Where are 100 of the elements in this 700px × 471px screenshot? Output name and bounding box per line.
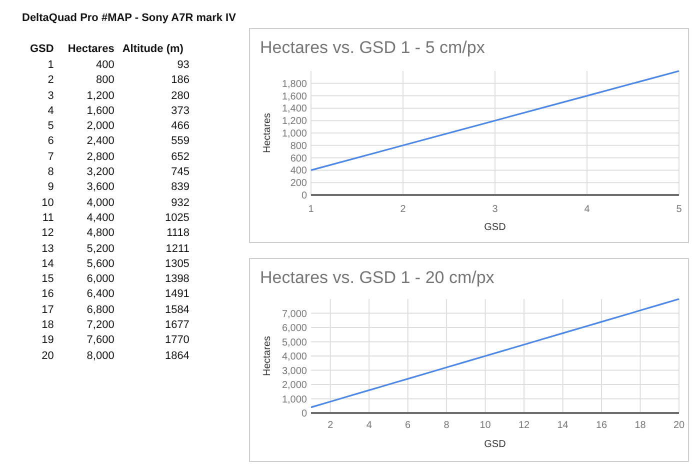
table-cell-text: 1491 bbox=[164, 287, 190, 302]
table-cell-text: 652 bbox=[170, 150, 190, 165]
table-cell-text: 1 bbox=[46, 58, 55, 73]
table-cell-text: 1864 bbox=[164, 348, 190, 364]
table-cell-text: 5 bbox=[46, 119, 55, 134]
x-tick-label: 10 bbox=[480, 420, 491, 431]
table-cell-text: 2,400 bbox=[86, 134, 116, 150]
table-cell-text: 373 bbox=[170, 104, 190, 119]
table-cell-text: 1211 bbox=[164, 242, 190, 257]
table-cell-text: 1305 bbox=[164, 256, 190, 272]
table-cell-text: 9 bbox=[46, 180, 55, 196]
table-cell-text: 12 bbox=[40, 226, 55, 242]
y-tick-label: 200 bbox=[290, 178, 307, 190]
table-cell-text: 4,400 bbox=[86, 210, 116, 226]
y-tick-label: 6,000 bbox=[282, 323, 307, 334]
table-cell-text: 10 bbox=[40, 196, 55, 211]
table-cell-text: 8 bbox=[46, 165, 55, 180]
table-cell-text: 1118 bbox=[166, 226, 190, 242]
y-tick-label: 800 bbox=[290, 140, 307, 152]
table-cell-text: 1584 bbox=[164, 302, 190, 318]
table-cell-text: 6,800 bbox=[86, 302, 116, 318]
y-tick-label: 7,000 bbox=[282, 308, 307, 320]
table-cell-text: 13 bbox=[40, 242, 55, 257]
axis-title: GSD bbox=[484, 439, 506, 450]
table-cell-text: 19 bbox=[40, 333, 55, 348]
y-tick-label: 1,000 bbox=[282, 128, 307, 140]
x-tick-label: 8 bbox=[444, 420, 450, 431]
y-tick-label: 0 bbox=[301, 408, 307, 420]
table-cell-text: 1770 bbox=[164, 333, 190, 348]
table-cell-text: 4,800 bbox=[86, 226, 116, 242]
y-tick-label: 1,200 bbox=[282, 116, 307, 128]
table-cell-text: 280 bbox=[170, 88, 190, 104]
table-cell-text: 800 bbox=[94, 73, 116, 88]
table-cell-text: 466 bbox=[170, 119, 190, 134]
table-cell-text: 4 bbox=[46, 104, 55, 119]
table-cell-text: 8,000 bbox=[86, 348, 116, 364]
x-tick-label: 20 bbox=[673, 420, 685, 431]
x-tick-label: 14 bbox=[557, 420, 568, 431]
column-header: Hectares bbox=[68, 42, 122, 58]
table-cell-text: 15 bbox=[40, 272, 55, 288]
table-cell-text: 400 bbox=[94, 58, 116, 73]
y-tick-label: 5,000 bbox=[282, 337, 307, 348]
y-tick-label: 400 bbox=[290, 166, 307, 177]
y-tick-label: 1,800 bbox=[282, 78, 307, 90]
table-cell-text: 4,000 bbox=[86, 196, 116, 211]
table-cell-text: 2,800 bbox=[86, 150, 116, 165]
table-cell-text: 3 bbox=[46, 88, 55, 104]
y-tick-label: 1,600 bbox=[282, 91, 307, 102]
table-cell-text: 11 bbox=[41, 210, 55, 226]
axis-title: GSD bbox=[484, 222, 506, 233]
x-tick-label: 4 bbox=[366, 420, 372, 431]
table-cell-text: 1025 bbox=[164, 210, 190, 226]
x-tick-label: 1 bbox=[308, 204, 314, 215]
x-tick-label: 18 bbox=[634, 420, 646, 431]
table-cell-text: 1677 bbox=[164, 318, 190, 334]
chart-title: Hectares vs. GSD 1 - 5 cm/px bbox=[259, 37, 486, 59]
column-header: GSD bbox=[29, 42, 55, 57]
sheet-title: DeltaQuad Pro #MAP - Sony A7R mark IV bbox=[22, 12, 237, 24]
table-cell-text: 2 bbox=[46, 73, 55, 88]
table-cell-text: 6 bbox=[46, 134, 55, 150]
y-tick-label: 3,000 bbox=[282, 366, 307, 377]
y-tick-label: 2,000 bbox=[282, 380, 307, 391]
table-cell-text: 6,000 bbox=[86, 272, 116, 288]
table-cell-text: 559 bbox=[170, 134, 190, 150]
table-cell-text: 7,600 bbox=[86, 333, 116, 348]
x-tick-label: 4 bbox=[584, 204, 590, 215]
table-cell-text: 93 bbox=[176, 58, 190, 73]
table-cell-text: 3,600 bbox=[86, 180, 116, 196]
table-cell-text: 1,200 bbox=[86, 88, 116, 104]
table-cell-text: 16 bbox=[40, 287, 55, 302]
y-tick-label: 4,000 bbox=[282, 352, 307, 362]
table-cell-text: 17 bbox=[40, 302, 55, 318]
x-tick-label: 5 bbox=[676, 204, 682, 215]
table-cell-text: 7 bbox=[46, 150, 55, 165]
table-cell-text: 20 bbox=[40, 348, 55, 364]
chart-title: Hectares vs. GSD 1 - 20 cm/px bbox=[259, 267, 496, 289]
table-cell-text: 1,600 bbox=[86, 104, 116, 119]
table-cell-text: 5,600 bbox=[86, 256, 116, 272]
table-cell-text: 7,200 bbox=[86, 318, 116, 334]
table-cell-text: 6,400 bbox=[86, 287, 116, 302]
y-tick-label: 1,000 bbox=[282, 394, 307, 406]
y-tick-label: 0 bbox=[301, 190, 307, 202]
axis-title: Hectares bbox=[262, 113, 273, 153]
table-cell-text: 1398 bbox=[164, 272, 190, 288]
y-tick-label: 1,400 bbox=[282, 104, 307, 115]
x-tick-label: 3 bbox=[492, 204, 498, 215]
y-tick-label: 600 bbox=[290, 153, 307, 164]
table-cell-text: 745 bbox=[170, 165, 190, 180]
table-cell-text: 5,200 bbox=[86, 242, 116, 257]
axis-title: Hectares bbox=[262, 336, 273, 376]
x-tick-label: 16 bbox=[596, 420, 608, 431]
x-tick-label: 2 bbox=[400, 204, 406, 215]
table-cell-text: 186 bbox=[170, 73, 190, 88]
table-cell-text: 839 bbox=[170, 180, 190, 196]
x-tick-label: 6 bbox=[405, 420, 411, 431]
table-cell-text: 18 bbox=[40, 318, 55, 334]
table-cell-text: 932 bbox=[170, 196, 190, 211]
x-tick-label: 2 bbox=[328, 420, 334, 431]
table-cell-text: 2,000 bbox=[86, 119, 116, 134]
table-cell-text: 14 bbox=[40, 256, 55, 272]
